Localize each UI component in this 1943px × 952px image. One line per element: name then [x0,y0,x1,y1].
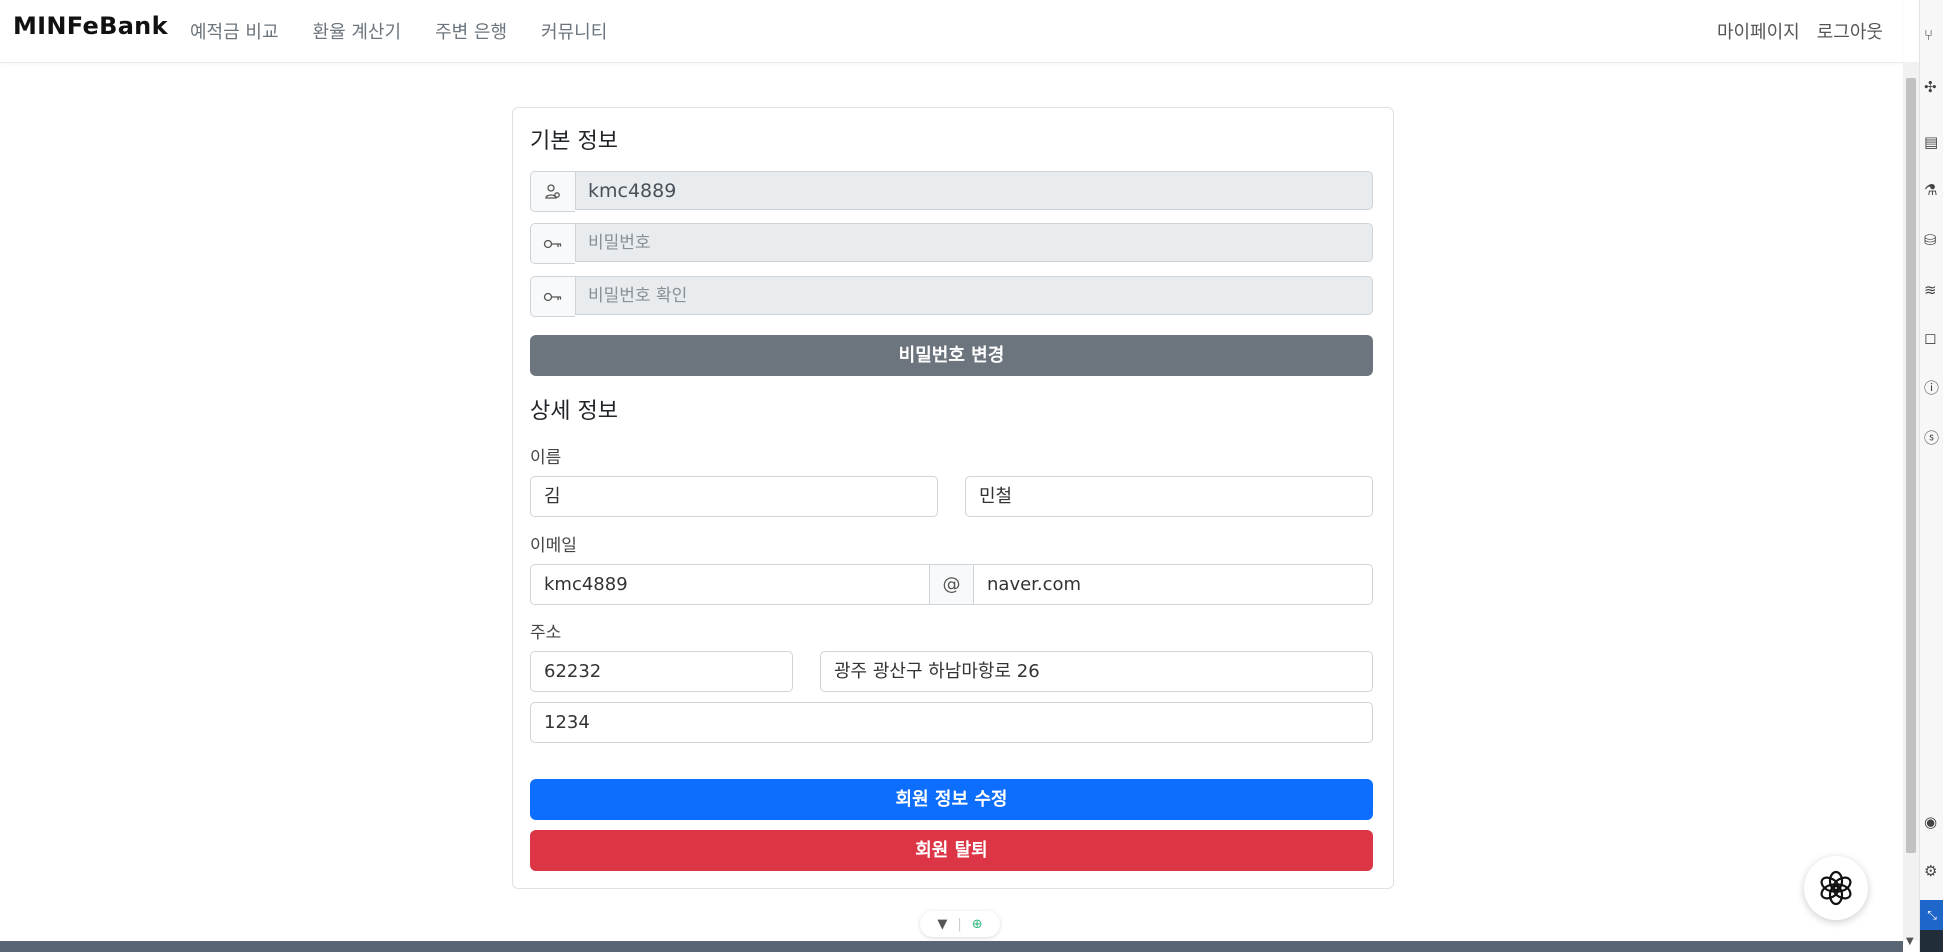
nav-logout[interactable]: 로그아웃 [1817,18,1883,44]
settings-icon[interactable]: ⚙ [1924,862,1942,880]
nav-exchange-calculator[interactable]: 환율 계산기 [313,18,402,44]
layout-icon[interactable]: ▤ [1924,133,1942,151]
scrollbar-thumb[interactable] [1906,78,1916,853]
last-name-field[interactable]: 김 [530,476,938,517]
sidebar-bottom-bar [1920,930,1943,952]
user-id-field[interactable]: kmc4889 [575,171,1373,210]
key-icon [530,276,575,317]
branch-icon[interactable]: ⑂ [1924,26,1942,44]
password-group: 비밀번호 [530,223,1373,264]
chat-icon[interactable]: ◻ [1924,329,1942,347]
update-profile-button[interactable]: 회원 정보 수정 [530,779,1373,820]
nav-deposit-compare[interactable]: 예적금 비교 [190,18,279,44]
database-icon[interactable]: ⛁ [1924,231,1942,249]
email-domain-field[interactable]: naver.com [973,564,1373,605]
info-icon[interactable]: ⓘ [1924,379,1942,397]
change-password-button[interactable]: 비밀번호 변경 [530,335,1373,376]
password-input[interactable]: 비밀번호 [575,223,1373,262]
detail-info-title: 상세 정보 [530,399,618,424]
openai-logo-icon [1820,870,1852,906]
password-confirm-group: 비밀번호 확인 [530,276,1373,317]
basic-info-title: 기본 정보 [530,129,618,154]
address-label: 주소 [530,623,562,643]
user-id-group: kmc4889 [530,171,1373,212]
email-local-field[interactable]: kmc4889 [530,564,930,605]
address-field[interactable]: 광주 광산구 하남마항로 26 [820,651,1373,692]
postcode-field[interactable]: 62232 [530,651,793,692]
divider: | [957,916,962,932]
puzzle-icon[interactable]: ✣ [1924,78,1942,96]
account-icon[interactable]: ◉ [1924,813,1942,831]
extension-sidebar: ⑂ ✣ ▤ ⚗ ⛁ ≋ ◻ ⓘ ⓢ ◉ ⚙ ⤡ [1919,0,1943,952]
user-icon [530,171,575,212]
nav-mypage[interactable]: 마이페이지 [1717,18,1800,44]
email-at-sign: @ [929,564,974,605]
address-detail-field[interactable]: 1234 [530,702,1373,743]
withdraw-button[interactable]: 회원 탈퇴 [530,830,1373,871]
password-confirm-input[interactable]: 비밀번호 확인 [575,276,1373,315]
main-nav: 예적금 비교 환율 계산기 주변 은행 커뮤니티 [190,18,641,44]
nav-nearby-banks[interactable]: 주변 은행 [435,18,507,44]
arrow-down-icon[interactable]: ▼ [937,917,947,932]
top-navbar: MINFeBank 예적금 비교 환율 계산기 주변 은행 커뮤니티 마이페이지… [0,0,1903,63]
key-icon [530,223,575,264]
nav-community[interactable]: 커뮤니티 [541,18,607,44]
chatgpt-assistant-button[interactable] [1804,856,1868,920]
email-label: 이메일 [530,536,577,556]
page-footer [0,941,1903,952]
coin-icon[interactable]: ⓢ [1924,429,1942,447]
target-icon[interactable]: ⊕ [972,917,983,932]
remote-connect-icon[interactable]: ⤡ [1920,900,1943,930]
floating-mini-toolbar: ▼ | ⊕ [920,911,1000,937]
brand-logo[interactable]: MINFeBank [13,12,168,40]
user-nav: 마이페이지 로그아웃 [1700,18,1883,44]
flask-icon[interactable]: ⚗ [1924,181,1942,199]
first-name-field[interactable]: 민철 [965,476,1373,517]
scroll-down-arrow-icon[interactable]: ▼ [1906,936,1914,947]
layers-icon[interactable]: ≋ [1924,281,1942,299]
name-label: 이름 [530,448,562,468]
